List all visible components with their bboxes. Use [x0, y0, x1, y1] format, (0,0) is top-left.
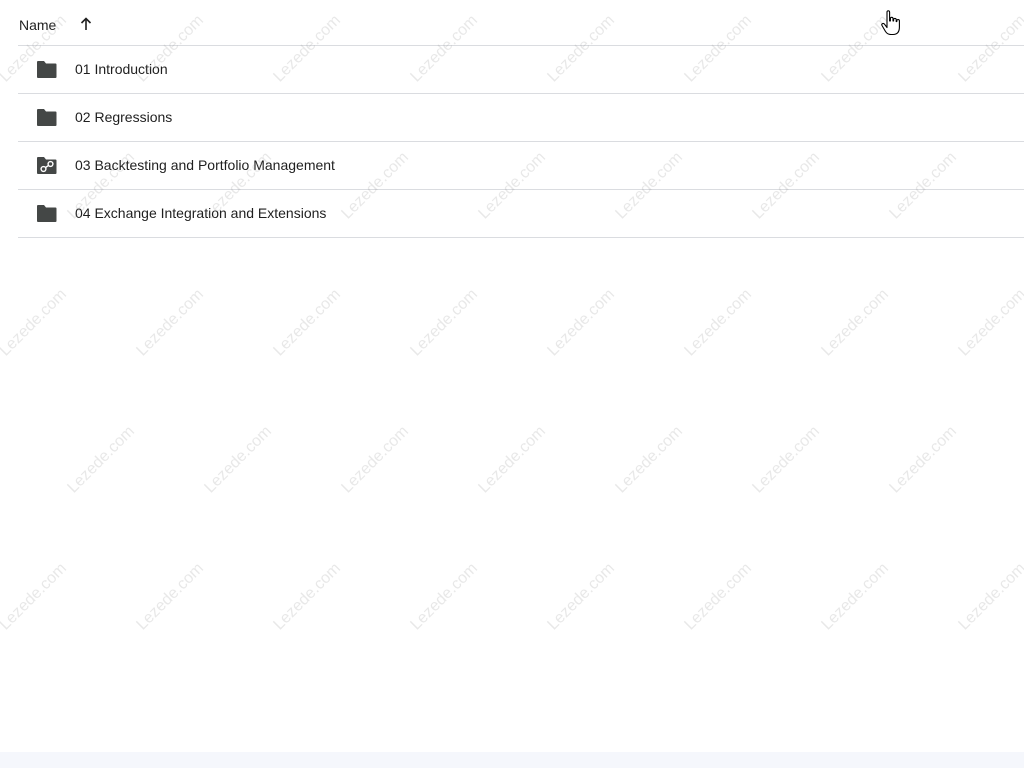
folder-name: 01 Introduction: [75, 61, 168, 77]
watermark-text: Lezede.com: [0, 423, 2, 497]
watermark-text: Lezede.com: [133, 285, 208, 360]
file-browser: Name 01 Introduction 02 Regressions 03 B…: [0, 0, 1024, 768]
folder-row[interactable]: 02 Regressions: [18, 94, 1024, 142]
folder-name: 03 Backtesting and Portfolio Management: [75, 157, 335, 173]
folder-row[interactable]: 04 Exchange Integration and Extensions: [18, 190, 1024, 238]
folder-name: 04 Exchange Integration and Extensions: [75, 205, 327, 221]
watermark-text: Lezede.com: [270, 559, 345, 634]
watermark-text: Lezede.com: [955, 559, 1024, 634]
watermark-text: Lezede.com: [681, 559, 756, 634]
folder-icon: [37, 109, 57, 126]
folder-name: 02 Regressions: [75, 109, 173, 125]
folder-icon: [37, 61, 57, 78]
watermark-text: Lezede.com: [544, 285, 619, 360]
file-list: 01 Introduction 02 Regressions 03 Backte…: [18, 46, 1024, 238]
folder-icon: [37, 205, 57, 222]
folder-row[interactable]: 03 Backtesting and Portfolio Management: [18, 142, 1024, 190]
name-column-header[interactable]: Name: [19, 17, 56, 33]
watermark-text: Lezede.com: [612, 422, 687, 497]
watermark-text: Lezede.com: [407, 285, 482, 360]
watermark-text: Lezede.com: [818, 285, 893, 360]
watermark-text: Lezede.com: [270, 285, 345, 360]
shared-folder-icon: [37, 157, 57, 174]
bottom-bar: [0, 752, 1024, 768]
watermark-text: Lezede.com: [407, 559, 482, 634]
watermark-text: Lezede.com: [818, 559, 893, 634]
watermark-text: Lezede.com: [133, 559, 208, 634]
watermark-text: Lezede.com: [0, 149, 2, 223]
pointer-hand-icon: [881, 10, 900, 36]
watermark-text: Lezede.com: [749, 422, 824, 497]
folder-row[interactable]: 01 Introduction: [18, 46, 1024, 94]
watermark-text: Lezede.com: [338, 422, 413, 497]
watermark-text: Lezede.com: [955, 285, 1024, 360]
watermark-text: Lezede.com: [0, 559, 71, 634]
watermark-text: Lezede.com: [475, 422, 550, 497]
watermark-text: Lezede.com: [886, 422, 961, 497]
watermark-text: Lezede.com: [64, 422, 139, 497]
watermark-text: Lezede.com: [681, 285, 756, 360]
watermark-text: Lezede.com: [0, 285, 71, 360]
arrow-up-icon[interactable]: [79, 17, 93, 31]
watermark-text: Lezede.com: [544, 559, 619, 634]
list-header: Name: [18, 0, 1024, 46]
watermark-text: Lezede.com: [201, 422, 276, 497]
